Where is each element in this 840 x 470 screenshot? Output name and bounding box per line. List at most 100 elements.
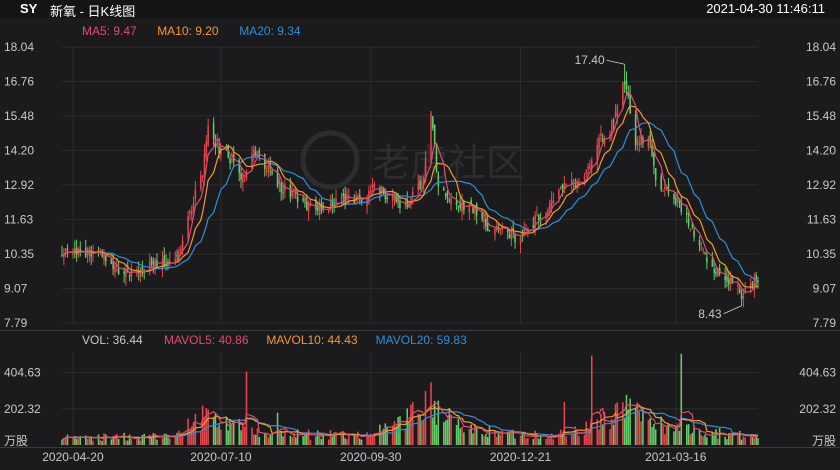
candle-body xyxy=(636,140,639,144)
candle-body xyxy=(231,158,233,161)
volume-bar xyxy=(258,437,261,445)
volume-bar xyxy=(212,416,215,445)
candle-body xyxy=(444,193,447,196)
volume-bar xyxy=(691,432,693,445)
candle-body xyxy=(689,229,692,231)
volume-bar xyxy=(101,440,103,445)
candle-body xyxy=(103,255,105,260)
volume-bar xyxy=(271,434,273,445)
volume-bar xyxy=(538,438,540,445)
volume-bar xyxy=(291,437,293,445)
candle-body xyxy=(176,255,178,257)
candle-body xyxy=(265,170,268,173)
candle-body xyxy=(340,197,343,199)
price-tick-label-right: 18.04 xyxy=(806,40,836,54)
volume-bar xyxy=(371,435,374,445)
volume-bar xyxy=(698,429,701,445)
volume-bar xyxy=(508,432,511,445)
candle-body xyxy=(369,190,372,194)
candle-body xyxy=(700,247,703,249)
candle-body xyxy=(437,173,440,187)
candle-body xyxy=(417,183,419,191)
volume-bar xyxy=(229,419,231,445)
volume-bar xyxy=(232,420,235,445)
candle-body xyxy=(240,173,242,180)
volume-bar xyxy=(647,419,650,445)
candle-body xyxy=(675,198,677,205)
volume-bar xyxy=(534,430,536,445)
volume-bar xyxy=(496,436,498,445)
volume-bar xyxy=(654,429,657,445)
volume-bar xyxy=(282,436,284,445)
volume-bar xyxy=(481,434,483,445)
price-tick-label-right: 16.76 xyxy=(806,74,836,88)
price-tick-label-left: 7.79 xyxy=(4,316,28,330)
volume-bar xyxy=(715,429,717,445)
volume-bar xyxy=(331,436,334,445)
volume-bar xyxy=(485,433,487,445)
volume-bar xyxy=(422,419,425,445)
candle-body xyxy=(614,112,617,117)
candle-body xyxy=(698,239,701,246)
candle-body xyxy=(430,112,432,161)
candle-body xyxy=(432,116,434,129)
volume-bar xyxy=(395,426,398,445)
stock-chart[interactable]: 18.04 18.04 16.76 16.76 15.48 15.48 14.20 14.20… xyxy=(0,0,840,470)
candle-body xyxy=(687,218,690,226)
candle-body xyxy=(702,249,704,251)
volume-bar xyxy=(497,431,500,445)
date-tick-label: 2020-04-20 xyxy=(42,450,104,464)
volume-bar xyxy=(474,423,476,445)
volume-bar xyxy=(640,421,642,445)
volume-bar xyxy=(717,438,719,445)
candle-body xyxy=(638,142,641,146)
volume-bar xyxy=(368,436,370,445)
candle-body xyxy=(74,248,76,250)
candle-body xyxy=(66,248,69,250)
volume-bar xyxy=(66,434,69,445)
volume-bar xyxy=(117,438,120,445)
volume-tick-label-left: 404.63 xyxy=(4,366,41,380)
volume-bar xyxy=(77,438,80,445)
candle-body xyxy=(205,141,208,158)
volume-unit-right: 万股 xyxy=(812,434,836,448)
volume-bar xyxy=(92,440,94,445)
volume-bar xyxy=(430,382,432,445)
volume-bar xyxy=(548,438,551,445)
candle-body xyxy=(737,283,739,287)
volume-bar xyxy=(753,438,756,445)
volume-bar xyxy=(366,432,368,445)
volume-bar xyxy=(563,402,566,445)
candle-body xyxy=(243,174,246,177)
volume-bar xyxy=(483,436,485,445)
date-tick-label: 2020-12-21 xyxy=(490,450,552,464)
volume-bar xyxy=(167,437,169,445)
candle-body xyxy=(327,209,330,213)
volume-bar xyxy=(751,436,754,445)
candle-body xyxy=(601,137,604,141)
volume-bar xyxy=(267,437,270,445)
price-legend-ma20: MA20: 9.34 xyxy=(239,24,301,38)
volume-bar xyxy=(700,435,703,445)
price-tick-label-left: 9.07 xyxy=(4,282,28,296)
price-annotation: 8.43 xyxy=(698,307,722,321)
volume-bar xyxy=(587,433,589,445)
volume-bar xyxy=(346,439,348,445)
volume-bar xyxy=(642,408,644,445)
volume-bar xyxy=(726,439,728,445)
candle-body xyxy=(731,276,734,284)
candle-body xyxy=(548,203,551,211)
candle-body xyxy=(123,271,125,274)
candle-body xyxy=(728,279,730,285)
volume-bar xyxy=(161,438,164,445)
volume-bar xyxy=(559,429,562,445)
candle-body xyxy=(550,200,553,208)
volume-bar xyxy=(706,437,708,445)
volume-tick-label-left: 202.32 xyxy=(4,402,41,416)
date-tick-label: 2021-03-16 xyxy=(645,450,707,464)
volume-bar xyxy=(276,412,279,445)
volume-bar xyxy=(435,424,438,445)
candle-body xyxy=(342,193,345,197)
volume-bar xyxy=(601,424,604,445)
volume-bar xyxy=(704,434,706,445)
